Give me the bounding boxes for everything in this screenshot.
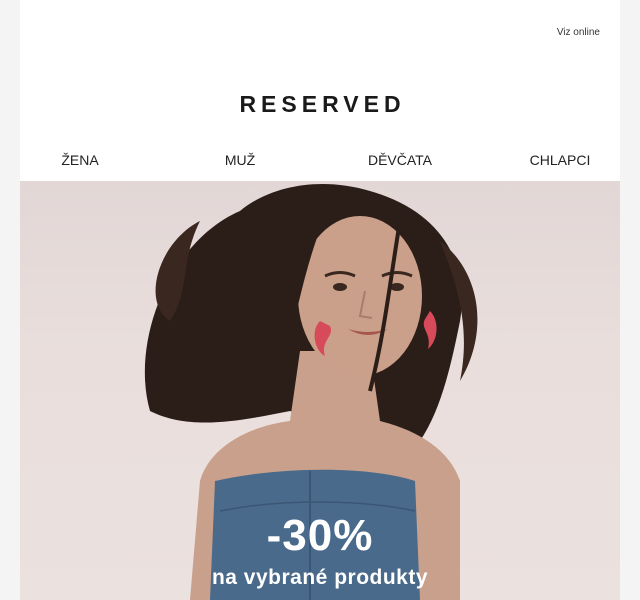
view-online-link[interactable]: Viz online [557, 27, 600, 38]
email-container: Viz online RESERVED ŽENA MUŽ DĚVČATA CHL… [20, 0, 620, 600]
category-nav: ŽENA MUŽ DĚVČATA CHLAPCI [20, 152, 620, 170]
nav-item-zena[interactable]: ŽENA [61, 152, 98, 168]
nav-item-muz[interactable]: MUŽ [225, 152, 255, 168]
hero-banner[interactable]: -30% na vybrané produkty [20, 181, 620, 600]
discount-headline: -30% [266, 511, 374, 560]
brand-logo[interactable]: RESERVED [20, 91, 620, 118]
nav-item-devcata[interactable]: DĚVČATA [368, 152, 432, 168]
discount-subtitle: na vybrané produkty [211, 566, 429, 589]
nav-item-chlapci[interactable]: CHLAPCI [530, 152, 591, 168]
